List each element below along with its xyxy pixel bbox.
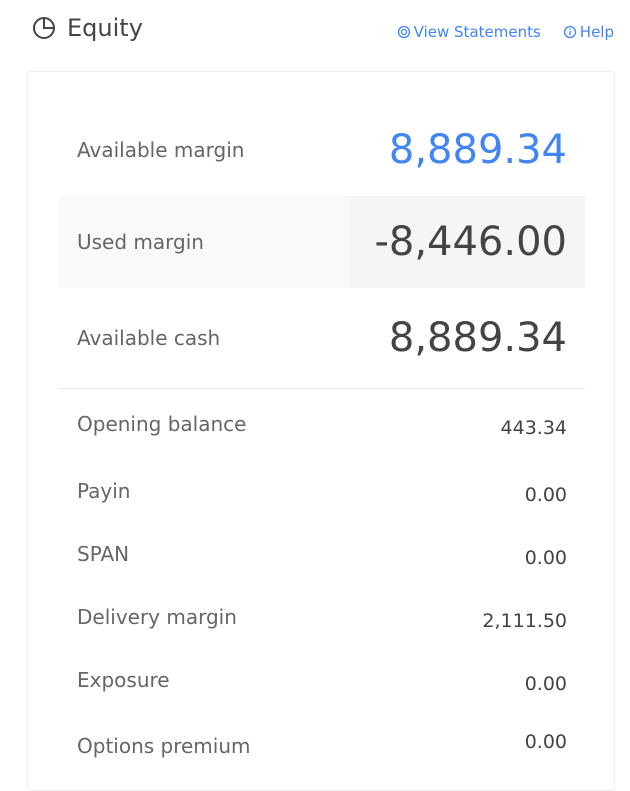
used-margin-value: -8,446.00 — [374, 219, 567, 265]
detail-value: 0.00 — [524, 547, 567, 569]
used-margin-row: Used margin -8,446.00 — [59, 196, 585, 288]
detail-label: Options premium — [77, 734, 251, 758]
used-margin-label: Used margin — [77, 230, 204, 254]
detail-label: Delivery margin — [77, 605, 237, 629]
detail-row-delivery-margin: Delivery margin 2,111.50 — [59, 602, 585, 632]
header-links: View Statements Help — [397, 22, 614, 42]
detail-row-span: SPAN 0.00 — [59, 539, 585, 569]
detail-value: 0.00 — [524, 731, 567, 753]
detail-row-exposure: Exposure 0.00 — [59, 665, 585, 695]
available-cash-value: 8,889.34 — [388, 315, 567, 361]
info-icon — [563, 25, 576, 39]
available-margin-value: 8,889.34 — [388, 127, 567, 173]
detail-row-payin: Payin 0.00 — [59, 476, 585, 506]
detail-value: 443.34 — [500, 417, 567, 439]
available-margin-row: Available margin 8,889.34 — [59, 104, 585, 196]
help-label: Help — [579, 23, 614, 41]
detail-value: 0.00 — [524, 673, 567, 695]
page-title: Equity — [67, 14, 143, 42]
target-icon — [397, 25, 410, 39]
help-link[interactable]: Help — [563, 22, 614, 42]
detail-row-options-premium: Options premium 0.00 — [59, 731, 585, 761]
available-margin-label: Available margin — [77, 138, 245, 162]
detail-label: Exposure — [77, 668, 170, 692]
divider — [59, 388, 585, 389]
detail-label: SPAN — [77, 542, 130, 566]
available-cash-row: Available cash 8,889.34 — [59, 292, 585, 384]
detail-value: 2,111.50 — [482, 610, 567, 632]
header: Equity View Statements Help — [0, 0, 630, 62]
available-cash-label: Available cash — [77, 326, 221, 350]
detail-row-opening-balance: Opening balance 443.34 — [59, 409, 585, 439]
view-statements-label: View Statements — [413, 23, 541, 41]
pie-chart-icon — [33, 17, 55, 39]
detail-value: 0.00 — [524, 484, 567, 506]
detail-label: Payin — [77, 479, 131, 503]
detail-label: Opening balance — [77, 412, 247, 436]
view-statements-link[interactable]: View Statements — [397, 22, 541, 42]
equity-card: Available margin 8,889.34 Used margin -8… — [27, 71, 615, 791]
